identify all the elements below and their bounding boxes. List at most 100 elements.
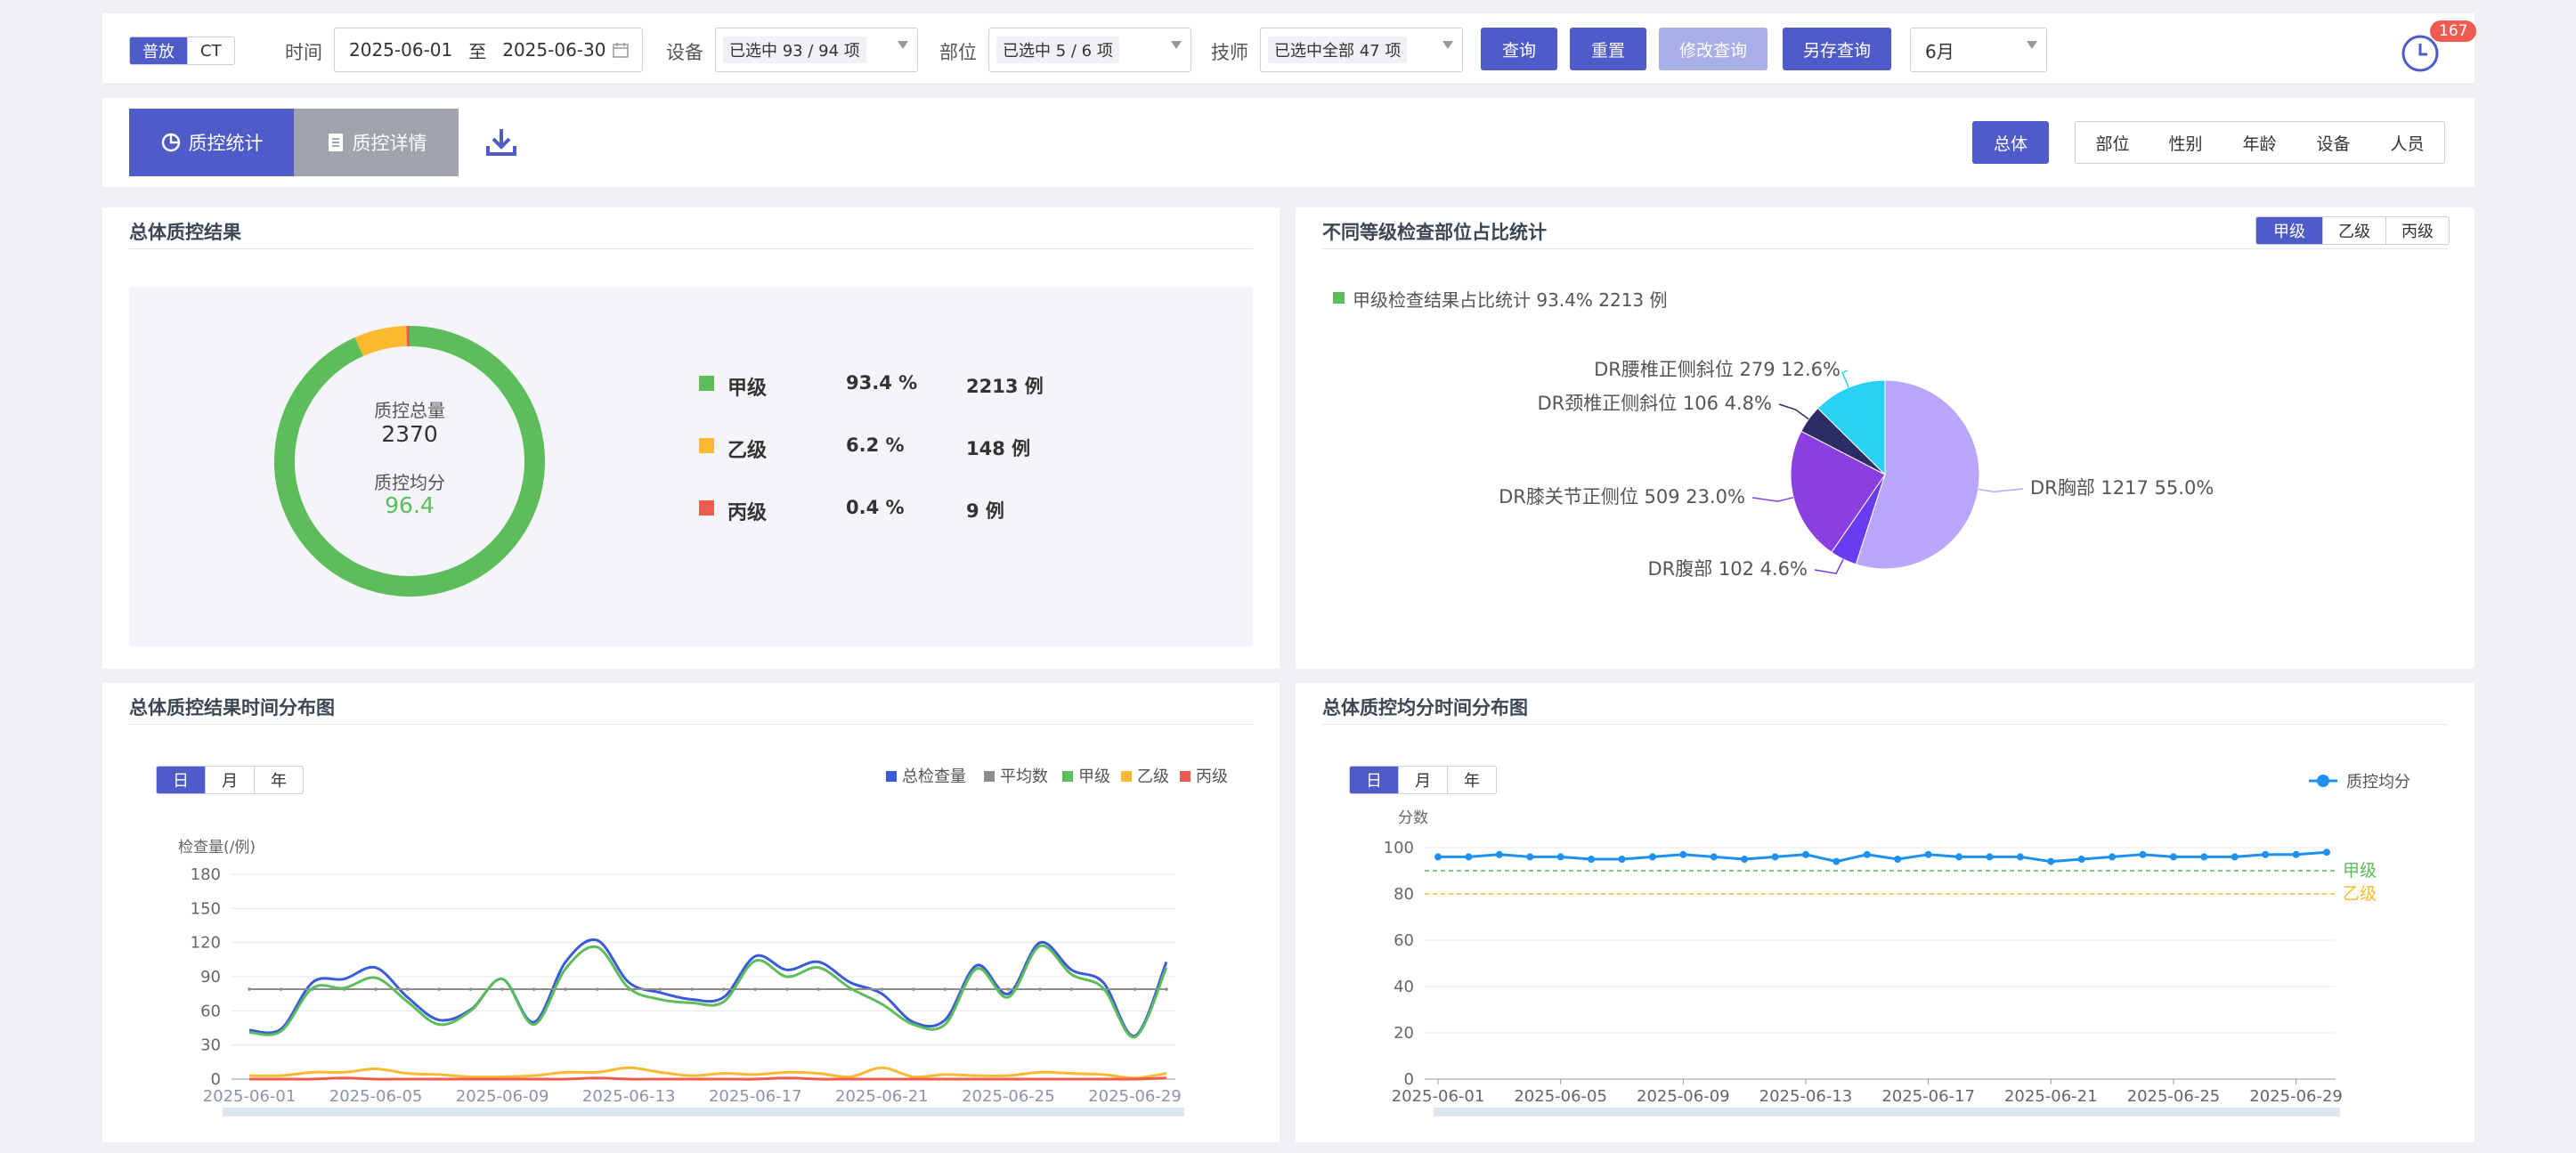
part-select[interactable]: 已选中 5 / 6 项 [988,28,1191,72]
series-line-3 [248,1066,1167,1080]
score-point-29 [2323,849,2330,857]
dim-part-button[interactable]: 部位 [2075,121,2150,164]
x-tick-label-6: 2025-06-25 [2127,1087,2221,1106]
legend-swatch-4 [1180,771,1190,782]
dim-staff-button[interactable]: 人员 [2370,121,2445,164]
y-tick-label-6: 180 [191,865,221,884]
part-selected-chip: 已选中 5 / 6 项 [996,37,1119,63]
grade-c-percent: 0.4 % [846,497,905,518]
pie-label-2: DR膝关节正侧位 509 23.0% [1499,486,1745,507]
technician-selected-chip: 已选中全部 47 项 [1268,37,1408,63]
score-point-1 [1465,853,1473,861]
score-point-14 [1863,850,1871,858]
y-tick-label-4: 80 [1394,885,1414,904]
calendar-icon[interactable] [612,41,630,59]
y-tick-label-2: 40 [1394,978,1414,996]
avg-point-8 [500,987,504,991]
pie-leader-line-0 [1978,488,2024,493]
zoom-slider-track [223,1108,1184,1116]
legend-label-1: 平均数 [1000,767,1048,786]
modify-query-button[interactable]: 修改查询 [1659,28,1767,70]
score-dist-card: 总体质控均分时间分布图 日 月 年 分数 0 20 40 60 80 100 2025-06-… [1296,683,2474,1142]
modality-ct-tab[interactable]: CT [188,37,234,64]
score-point-22 [2109,853,2117,861]
x-tick-label-7: 2025-06-29 [1088,1087,1182,1106]
legend-swatch-3 [1121,771,1132,782]
x-tick-label-4: 2025-06-17 [1881,1087,1975,1106]
device-label: 设备 [666,42,703,63]
divider [129,248,1253,249]
y-tick-label-1: 20 [1394,1024,1414,1043]
dim-overall-button[interactable]: 总体 [1972,121,2049,164]
avg-point-7 [468,987,473,991]
avg-point-4 [374,987,378,991]
x-tick-label-5: 2025-06-21 [835,1087,929,1106]
pie-leader-line-3 [1778,403,1809,420]
avg-point-11 [595,987,599,991]
x-tick-label-4: 2025-06-17 [709,1087,802,1106]
series-line-0 [248,938,1168,1037]
date-start[interactable]: 2025-06-01 [349,39,452,61]
score-point-11 [1771,853,1779,861]
legend-label: 质控均分 [2346,773,2410,792]
avg-point-15 [721,987,726,991]
grade-a-name: 甲级 [727,378,768,400]
pie-leader-line-4 [1841,369,1849,388]
saved-query-select[interactable]: 6月 [1910,28,2047,72]
download-icon[interactable] [484,126,519,158]
grade-c-swatch [699,500,714,516]
score-point-10 [1741,856,1749,863]
y-axis-title: 检查量(/例) [178,839,256,857]
x-tick-label-1: 2025-06-05 [329,1087,423,1106]
series-line-2 [248,944,1168,1039]
y-tick-label-5: 100 [1384,839,1414,857]
chevron-down-icon [1442,41,1453,49]
save-query-button[interactable]: 另存查询 [1783,28,1891,70]
score-point-13 [1832,857,1841,865]
tab-qc-statistics[interactable]: 质控统计 [129,109,294,176]
overall-qc-card: 总体质控结果 质控总量 2370 质控均分 96.4 甲级 93.4 % 221… [102,207,1280,669]
donut-slice-0 [274,326,545,597]
query-button[interactable]: 查询 [1481,28,1557,70]
total-value: 2370 [381,421,438,447]
score-point-25 [2200,853,2208,861]
grade-a-swatch [699,376,714,391]
donut-slice-1 [354,326,408,357]
part-label: 部位 [939,42,977,63]
x-tick-label-6: 2025-06-25 [962,1087,1055,1106]
y-tick-label-2: 60 [200,1002,221,1020]
tab-qc-details[interactable]: 质控详情 [294,109,459,176]
grade-a-percent: 93.4 % [846,372,918,394]
device-selected-chip: 已选中 93 / 94 项 [723,37,866,63]
score-point-17 [1955,853,1963,861]
score-point-3 [1526,853,1534,861]
x-tick-label-0: 2025-06-01 [1392,1087,1485,1106]
avg-point-14 [690,987,695,991]
date-end[interactable]: 2025-06-30 [502,39,605,61]
x-tick-label-0: 2025-06-01 [203,1087,297,1106]
dim-age-button[interactable]: 年龄 [2223,121,2297,164]
modality-dr-tab[interactable]: 普放 [130,37,188,64]
score-point-12 [1801,850,1809,858]
legend-label-2: 甲级 [1078,767,1110,786]
device-select[interactable]: 已选中 93 / 94 项 [715,28,918,72]
score-point-9 [1710,853,1718,861]
avg-point-5 [405,987,410,991]
grade-c-name: 丙级 [727,502,768,524]
pie-label-4: DR腰椎正侧斜位 279 12.6% [1594,359,1841,380]
grade-b-name: 乙级 [727,440,768,462]
legend-label-4: 丙级 [1196,767,1228,786]
score-point-6 [1618,856,1626,863]
avg-point-16 [753,987,758,991]
tab-qc-statistics-label: 质控统计 [188,133,264,154]
part-pie-chart: DR胸部 1217 55.0% DR腹部 102 4.6% DR膝关节正侧位 509… [1499,359,2214,580]
reference-label-0: 甲级 [2343,861,2377,881]
date-separator: 至 [468,40,487,62]
technician-select[interactable]: 已选中全部 47 项 [1260,28,1463,72]
dim-device-button[interactable]: 设备 [2296,121,2371,164]
legend-marker [2317,775,2329,787]
date-range-picker[interactable]: 2025-06-01 至 2025-06-30 [334,28,643,72]
reset-button[interactable]: 重置 [1570,28,1646,70]
dim-gender-button[interactable]: 性别 [2149,121,2223,164]
avg-score-label: 质控均分 [374,472,445,493]
